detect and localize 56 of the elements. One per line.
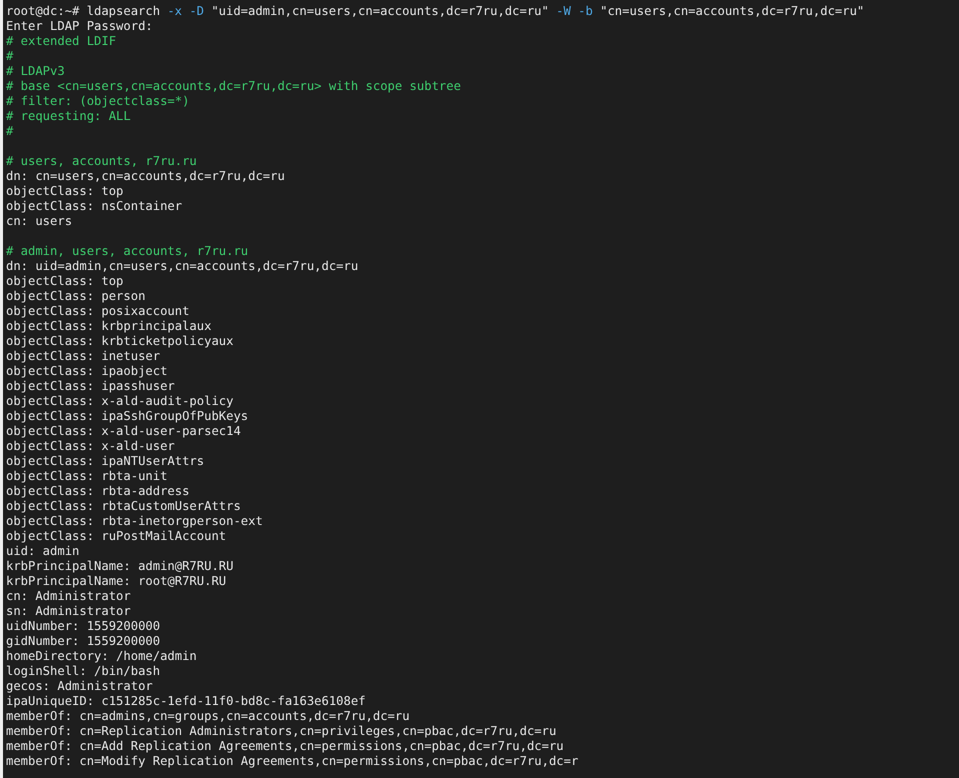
- option-text: -W: [556, 4, 571, 19]
- output-line: memberOf: cn=Add Replication Agreements,cn=permissions,cn=pbac,dc=r7ru,dc=ru: [6, 739, 564, 754]
- argument-text: "cn=users,cn=accounts,dc=r7ru,dc=ru": [600, 4, 864, 19]
- output-line: sn: Administrator: [6, 604, 131, 619]
- output-line: memberOf: cn=Replication Administrators,cn=privileges,cn=pbac,dc=r7ru,dc=ru: [6, 724, 556, 739]
- output-line: objectClass: person: [6, 289, 146, 304]
- argument-text: ldapsearch: [86, 4, 160, 19]
- output-line: cn: Administrator: [6, 589, 131, 604]
- output-line: objectClass: rbta-inetorgperson-ext: [6, 514, 263, 529]
- output-line: objectClass: krbprincipalaux: [6, 319, 212, 334]
- comment-line: # admin, users, accounts, r7ru.ru: [6, 244, 248, 259]
- comment-line: # LDAPv3: [6, 64, 65, 79]
- comment-line: # requesting: ALL: [6, 109, 131, 124]
- output-line: objectClass: top: [6, 274, 124, 289]
- output-line: objectClass: ipaobject: [6, 364, 168, 379]
- output-line: Enter LDAP Password:: [6, 19, 153, 34]
- output-line: objectClass: rbta-address: [6, 484, 190, 499]
- comment-line: #: [6, 49, 14, 64]
- output-line: objectClass: inetuser: [6, 349, 160, 364]
- output-line: objectClass: x-ald-audit-policy: [6, 394, 234, 409]
- option-text: -x: [167, 4, 182, 19]
- comment-line: # base <cn=users,cn=accounts,dc=r7ru,dc=ru> with scope subtree: [6, 79, 461, 94]
- output-line: objectClass: ruPostMailAccount: [6, 529, 226, 544]
- argument-text: "uid=admin,cn=users,cn=accounts,dc=r7ru,dc=ru": [211, 4, 549, 19]
- output-line: objectClass: top: [6, 184, 124, 199]
- output-line: objectClass: x-ald-user-parsec14: [6, 424, 241, 439]
- output-line: cn: users: [6, 214, 72, 229]
- output-line: gecos: Administrator: [6, 679, 153, 694]
- output-line: objectClass: rbtaCustomUserAttrs: [6, 499, 241, 514]
- shell-prompt: root@dc:~#: [6, 4, 80, 19]
- output-line: objectClass: ipaNTUserAttrs: [6, 454, 204, 469]
- comment-line: # extended LDIF: [6, 34, 116, 49]
- output-line: objectClass: rbta-unit: [6, 469, 168, 484]
- output-line: objectClass: ipasshuser: [6, 379, 175, 394]
- output-line: ipaUniqueID: c151285c-1efd-11f0-bd8c-fa163e6108ef: [6, 694, 366, 709]
- output-line: memberOf: cn=Modify Replication Agreements,cn=permissions,cn=pbac,dc=r7ru,dc=r: [6, 754, 578, 769]
- output-line: krbPrincipalName: root@R7RU.RU: [6, 574, 226, 589]
- comment-line: # users, accounts, r7ru.ru: [6, 154, 197, 169]
- comment-line: # filter: (objectclass=*): [6, 94, 190, 109]
- output-line: objectClass: krbticketpolicyaux: [6, 334, 234, 349]
- output-line: dn: uid=admin,cn=users,cn=accounts,dc=r7ru,dc=ru: [6, 259, 358, 274]
- output-line: gidNumber: 1559200000: [6, 634, 160, 649]
- output-line: objectClass: x-ald-user: [6, 439, 175, 454]
- comment-line: #: [6, 124, 14, 139]
- output-line: homeDirectory: /home/admin: [6, 649, 197, 664]
- output-line: krbPrincipalName: admin@R7RU.RU: [6, 559, 234, 574]
- output-line: objectClass: ipaSshGroupOfPubKeys: [6, 409, 248, 424]
- option-text: -D: [189, 4, 204, 19]
- output-line: dn: cn=users,cn=accounts,dc=r7ru,dc=ru: [6, 169, 285, 184]
- output-line: uidNumber: 1559200000: [6, 619, 160, 634]
- output-line: loginShell: /bin/bash: [6, 664, 160, 679]
- option-text: -b: [578, 4, 593, 19]
- output-line: uid: admin: [6, 544, 80, 559]
- output-line: objectClass: nsContainer: [6, 199, 182, 214]
- output-line: objectClass: posixaccount: [6, 304, 190, 319]
- output-line: memberOf: cn=admins,cn=groups,cn=accounts,dc=r7ru,dc=ru: [6, 709, 410, 724]
